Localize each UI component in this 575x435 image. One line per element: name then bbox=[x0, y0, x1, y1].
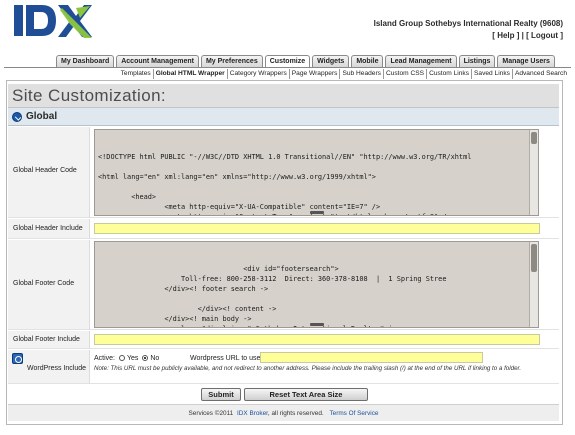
help-link[interactable]: Help bbox=[497, 31, 514, 40]
top-links: [ Help ] | [ Logout ] bbox=[492, 31, 563, 40]
sub-tabs: Templates Global HTML Wrapper Category Wra… bbox=[119, 69, 569, 79]
resize-grip-icon[interactable] bbox=[309, 323, 324, 326]
footer-include-row: Global Footer Include bbox=[8, 331, 559, 349]
active-group: Active: Yes No bbox=[94, 355, 159, 362]
wp-url-input[interactable] bbox=[260, 352, 483, 363]
subtab-global-html-wrapper[interactable]: Global HTML Wrapper bbox=[152, 69, 227, 79]
footer-code-text: <div id="footersearch"> Toll-free: 800-2… bbox=[164, 265, 447, 327]
page-title: Site Customization: bbox=[8, 84, 559, 108]
yes-label: Yes bbox=[126, 355, 139, 362]
footer-include-label: Global Footer Include bbox=[13, 336, 80, 343]
collapse-icon[interactable] bbox=[12, 112, 22, 122]
scroll-thumb[interactable] bbox=[531, 244, 537, 272]
header-include-row: Global Header Include bbox=[8, 219, 559, 239]
subtab-page-wrappers[interactable]: Page Wrappers bbox=[288, 69, 340, 79]
header-include-input[interactable] bbox=[94, 223, 540, 234]
tab-divider bbox=[4, 67, 571, 68]
no-radio[interactable] bbox=[142, 355, 149, 361]
page-footer: Services ©2011 IDX Broker, all rights re… bbox=[8, 404, 559, 421]
no-label: No bbox=[150, 355, 160, 362]
scroll-thumb[interactable] bbox=[531, 132, 537, 144]
footer-code-row: Global Footer Code <div id="footersearch… bbox=[8, 240, 559, 330]
subtab-sub-headers[interactable]: Sub Headers bbox=[339, 69, 383, 79]
idx-broker-link[interactable]: IDX Broker bbox=[237, 410, 268, 417]
reset-textarea-button[interactable]: Reset Text Area Size bbox=[244, 388, 368, 401]
subtab-advanced-search[interactable]: Advanced Search bbox=[511, 69, 569, 79]
wordpress-icon bbox=[12, 353, 23, 364]
subtab-category-wrappers[interactable]: Category Wrappers bbox=[226, 69, 289, 79]
submit-button[interactable]: Submit bbox=[201, 388, 241, 401]
header-code-label: Global Header Code bbox=[13, 167, 77, 174]
wp-url-label: Wordpress URL to use: bbox=[190, 355, 263, 362]
wp-note: Note: This URL must be publicly availabl… bbox=[94, 365, 522, 372]
footer-code-textarea[interactable]: <div id="footersearch"> Toll-free: 800-2… bbox=[94, 241, 539, 328]
header-code-scrollbar[interactable] bbox=[529, 130, 538, 215]
subtab-saved-links[interactable]: Saved Links bbox=[471, 69, 512, 79]
subtab-custom-links[interactable]: Custom Links bbox=[426, 69, 471, 79]
header-code-textarea[interactable]: <!DOCTYPE html PUBLIC "-//W3C//DTD XHTML… bbox=[94, 129, 539, 216]
active-label: Active: bbox=[94, 355, 116, 362]
copyright-text: Services ©2011 bbox=[188, 410, 234, 417]
footer-code-label: Global Footer Code bbox=[13, 280, 75, 287]
header-code-text: <!DOCTYPE html PUBLIC "-//W3C//DTD XHTML… bbox=[98, 153, 472, 215]
subtab-templates[interactable]: Templates bbox=[119, 69, 153, 79]
terms-link[interactable]: Terms Of Service bbox=[329, 410, 378, 417]
wordpress-row: WordPress Include Active: Yes No Wordpre… bbox=[8, 350, 559, 384]
subtab-custom-css[interactable]: Custom CSS bbox=[382, 69, 426, 79]
section-header: Global bbox=[8, 108, 559, 126]
idx-logo bbox=[14, 4, 92, 40]
header-code-row: Global Header Code <!DOCTYPE html PUBLIC… bbox=[8, 127, 559, 218]
footer-include-input[interactable] bbox=[94, 334, 540, 345]
header-include-label: Global Header Include bbox=[13, 225, 83, 232]
logout-link[interactable]: Logout bbox=[531, 31, 558, 40]
rights-text: , all rights reserved. bbox=[267, 410, 324, 417]
wordpress-label: WordPress Include bbox=[27, 365, 87, 372]
resize-grip-icon[interactable] bbox=[309, 211, 324, 214]
account-name: Island Group Sothebys International Real… bbox=[373, 19, 563, 28]
footer-code-scrollbar[interactable] bbox=[529, 242, 538, 327]
yes-radio[interactable] bbox=[118, 355, 125, 361]
section-title: Global bbox=[26, 111, 58, 122]
